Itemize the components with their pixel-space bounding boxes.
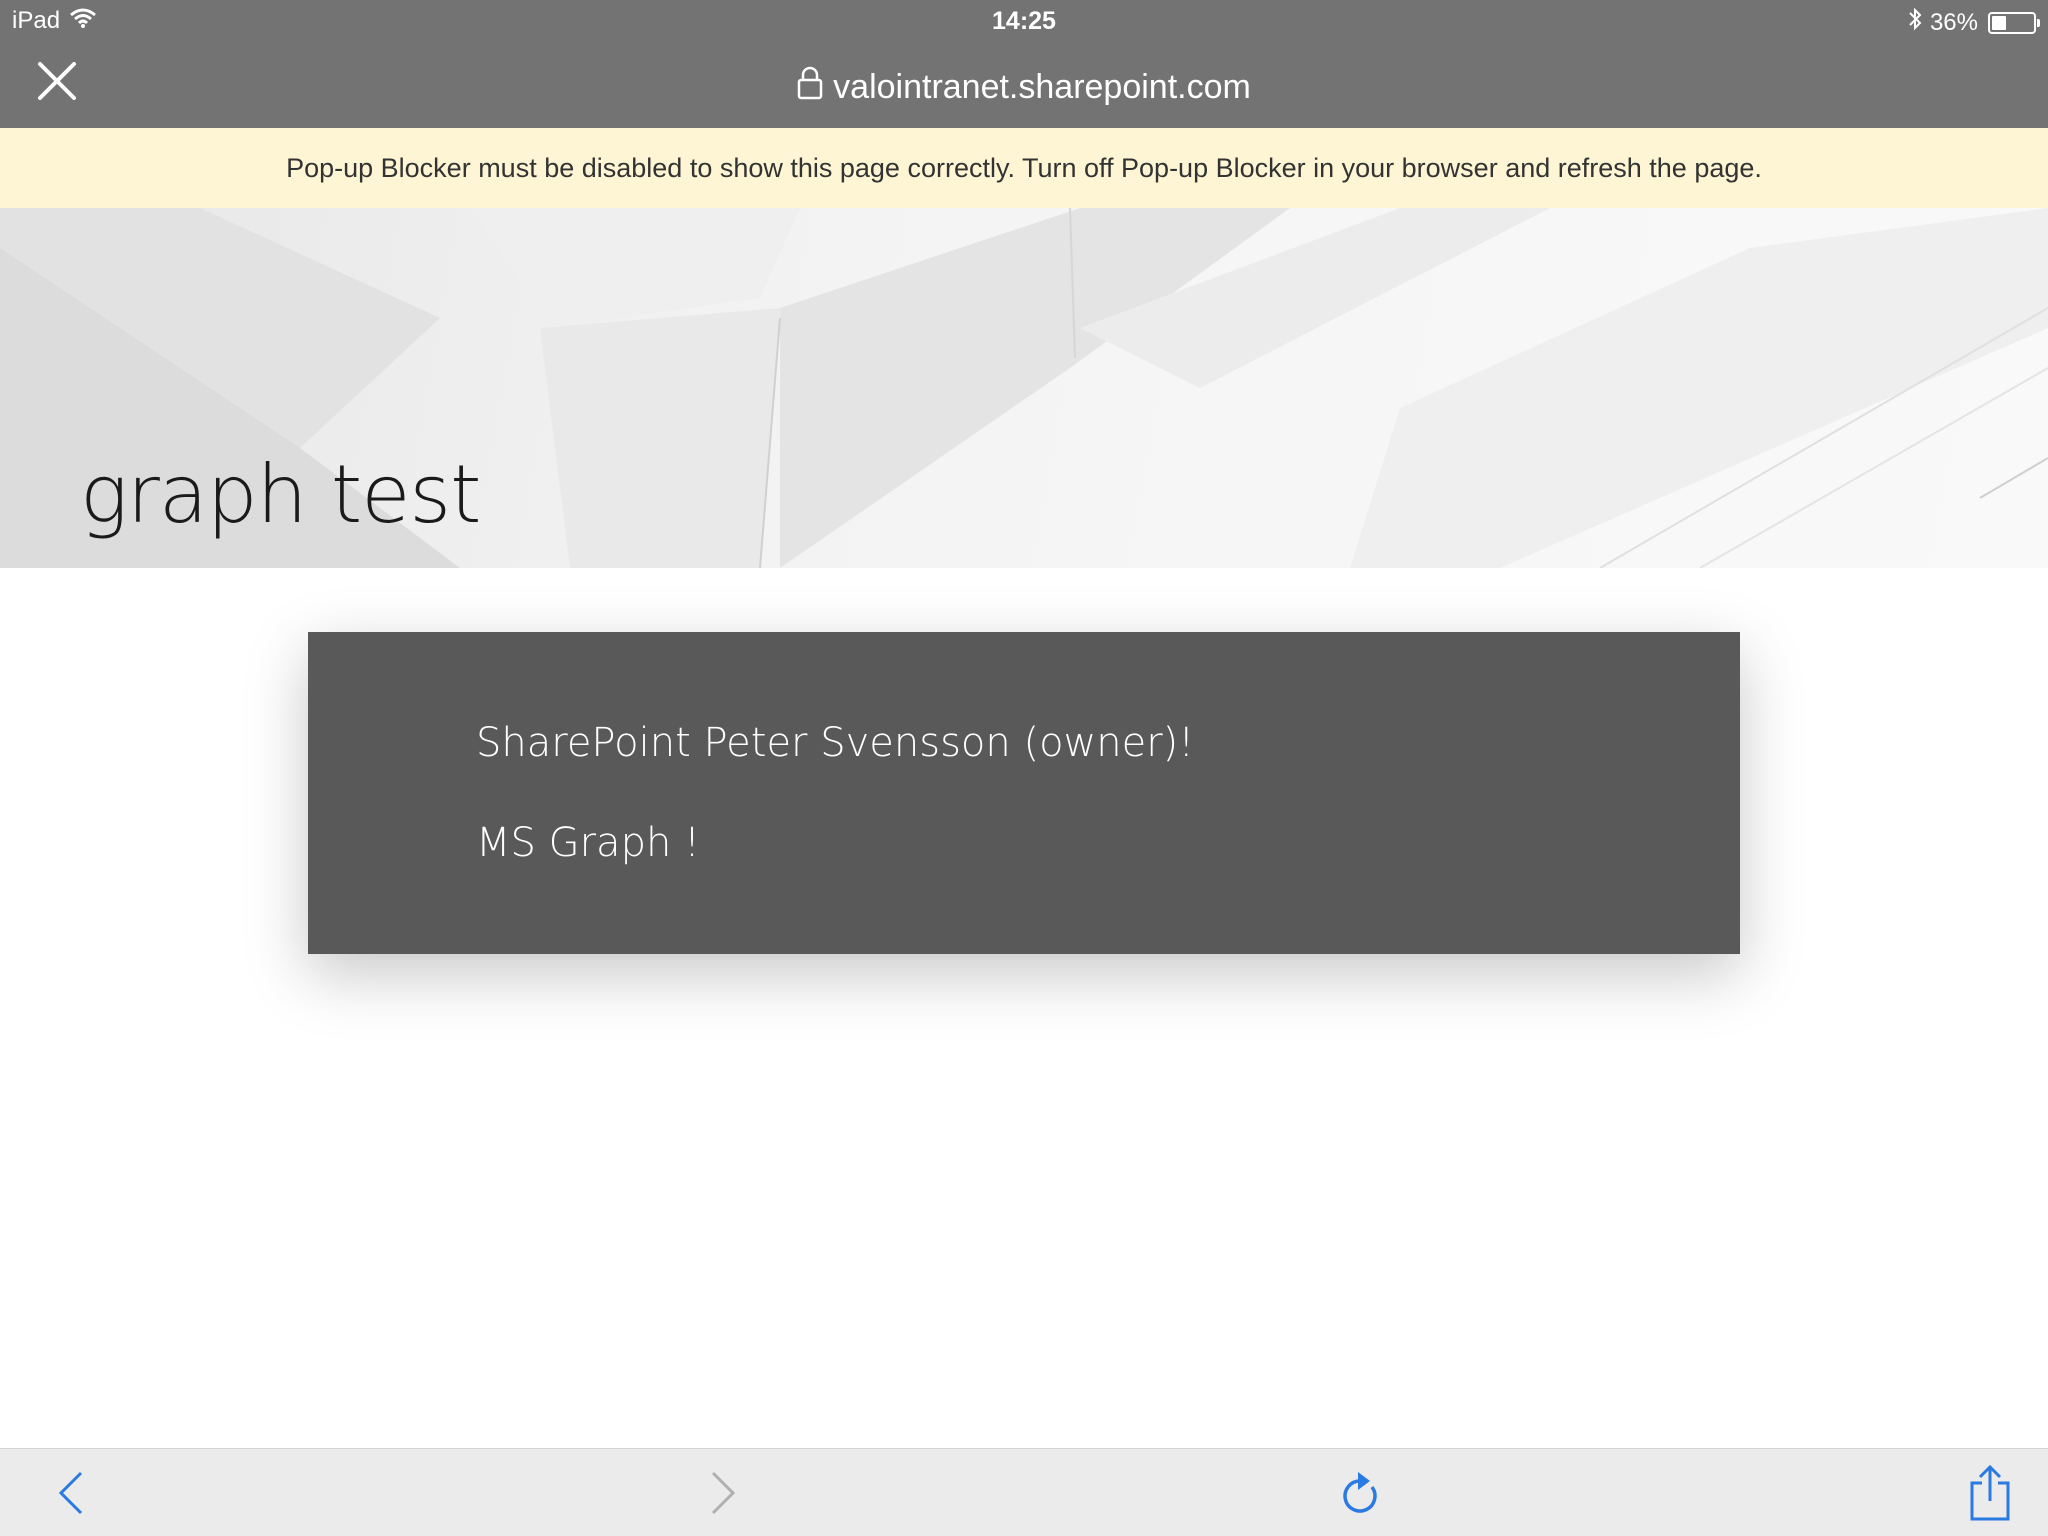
notice-text: Pop-up Blocker must be disabled to show …	[286, 153, 1762, 183]
battery-level	[1992, 15, 2006, 30]
bluetooth-icon	[1908, 7, 1922, 38]
reload-icon	[1343, 1472, 1377, 1513]
url-bar: valointranet.sharepoint.com	[0, 40, 2048, 128]
status-right: 36%	[1908, 7, 2040, 38]
browser-toolbar	[0, 1448, 2048, 1536]
battery-percent: 36%	[1929, 8, 1978, 36]
popup-blocker-notice: Pop-up Blocker must be disabled to show …	[0, 128, 2048, 208]
battery-icon	[1988, 11, 2040, 34]
share-icon	[1970, 1465, 2010, 1521]
back-icon	[58, 1471, 83, 1515]
reload-button[interactable]	[1334, 1467, 1386, 1519]
sharepoint-user-text: SharePoint Peter Svensson (owner)!	[476, 720, 1195, 766]
share-button[interactable]	[1964, 1465, 2016, 1521]
address-display[interactable]: valointranet.sharepoint.com	[0, 66, 2048, 109]
status-time: 14:25	[992, 7, 1056, 35]
forward-button[interactable]	[696, 1467, 748, 1519]
site-title: graph test	[80, 448, 481, 541]
lock-icon	[797, 66, 823, 109]
back-button[interactable]	[46, 1467, 98, 1519]
status-bar: iPad 14:25 36%	[0, 0, 2048, 40]
url-text: valointranet.sharepoint.com	[833, 68, 1251, 106]
site-header-banner: graph test	[0, 208, 2048, 568]
graph-webpart: SharePoint Peter Svensson (owner)! MS Gr…	[308, 632, 1740, 954]
top-chrome: iPad 14:25 36% valointranet.sharepoint.c…	[0, 0, 2048, 128]
ms-graph-text: MS Graph !	[476, 820, 701, 866]
forward-icon	[711, 1471, 736, 1515]
